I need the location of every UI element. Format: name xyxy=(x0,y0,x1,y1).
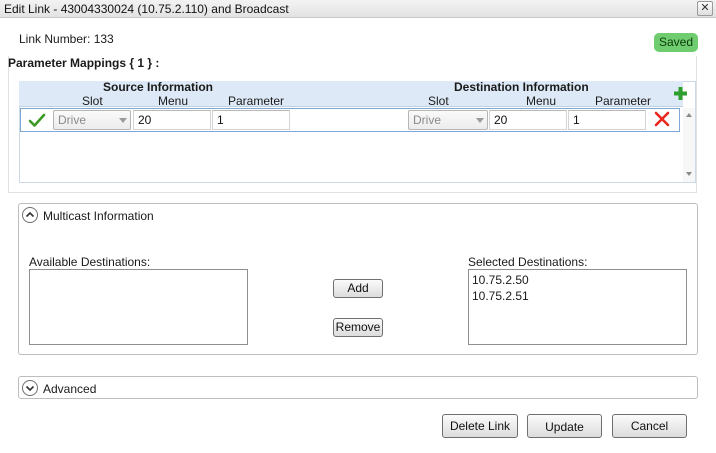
list-item[interactable]: 10.75.2.51 xyxy=(472,288,683,304)
chevron-down-icon xyxy=(119,118,127,123)
source-information-header: Source Information xyxy=(103,80,214,94)
chevron-up-icon[interactable] xyxy=(22,207,38,223)
check-icon xyxy=(28,112,46,128)
source-parameter-column-header: Parameter xyxy=(228,94,285,108)
delete-x-icon[interactable] xyxy=(654,111,670,127)
advanced-panel xyxy=(18,376,698,399)
source-menu-input[interactable]: 20 xyxy=(133,110,211,130)
source-slot-select[interactable]: Drive xyxy=(53,110,131,130)
destination-menu-column-header: Menu xyxy=(526,94,557,108)
destination-slot-value: Drive xyxy=(413,113,442,127)
scroll-up-icon[interactable] xyxy=(686,113,692,117)
selected-destinations-label: Selected Destinations: xyxy=(468,255,588,269)
window-title: Edit Link - 43004330024 (10.75.2.110) an… xyxy=(4,2,289,16)
destination-slot-column-header: Slot xyxy=(428,94,449,108)
remove-destination-button[interactable]: Remove xyxy=(333,318,383,337)
destination-information-header: Destination Information xyxy=(454,80,589,94)
plus-icon[interactable] xyxy=(673,86,688,101)
source-slot-column-header: Slot xyxy=(82,94,103,108)
available-destinations-list[interactable] xyxy=(29,269,248,345)
destination-slot-select[interactable]: Drive xyxy=(408,110,488,130)
multicast-section-title[interactable]: Multicast Information xyxy=(43,209,154,223)
selected-destinations-list[interactable]: 10.75.2.50 10.75.2.51 xyxy=(468,269,687,345)
advanced-section-title[interactable]: Advanced xyxy=(43,382,96,396)
destination-parameter-column-header: Parameter xyxy=(595,94,652,108)
chevron-down-icon xyxy=(476,118,484,123)
destination-menu-input[interactable]: 20 xyxy=(489,110,567,130)
source-parameter-input[interactable]: 1 xyxy=(212,110,290,130)
mappings-heading: Parameter Mappings { 1 } : xyxy=(8,56,160,70)
source-slot-value: Drive xyxy=(58,113,87,127)
add-destination-button[interactable]: Add xyxy=(333,279,383,298)
close-button[interactable]: ✕ xyxy=(697,1,713,16)
link-number-label: Link Number: 133 xyxy=(19,32,114,46)
status-badge: Saved xyxy=(654,33,698,52)
cancel-button[interactable]: Cancel xyxy=(612,414,687,438)
scroll-down-icon[interactable] xyxy=(686,172,692,176)
destination-parameter-input[interactable]: 1 xyxy=(568,110,646,130)
update-button[interactable]: Update xyxy=(527,414,602,438)
mappings-scrollbar[interactable] xyxy=(683,108,695,182)
available-destinations-label: Available Destinations: xyxy=(29,255,151,269)
chevron-down-icon[interactable] xyxy=(22,380,38,396)
list-item[interactable]: 10.75.2.50 xyxy=(472,272,683,288)
delete-link-button[interactable]: Delete Link xyxy=(442,414,518,438)
source-menu-column-header: Menu xyxy=(158,94,189,108)
